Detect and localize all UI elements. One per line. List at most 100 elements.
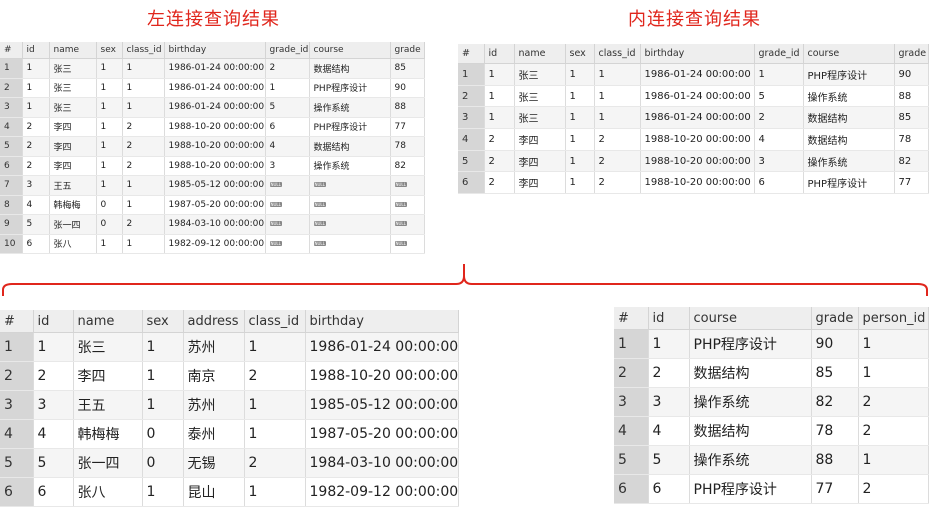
column-header[interactable]: class_id (244, 310, 306, 333)
table-row[interactable]: 1 1 PHP程序设计 90 1 (614, 329, 929, 359)
row-number: 5 (458, 150, 485, 173)
table-cell: 操作系统 (309, 97, 391, 118)
column-header[interactable]: # (614, 307, 649, 330)
table-row[interactable]: 6 2 李四 1 2 1988-10-20 00:00:00 6 PHP程序设计 77 (458, 171, 929, 195)
table-row[interactable]: 3 1 张三 1 1 1986-01-24 00:00:00 5 操作系统 88 (0, 97, 425, 118)
table-row[interactable]: 3 1 张三 1 1 1986-01-24 00:00:00 2 数据结构 85 (458, 106, 929, 130)
column-header[interactable]: birthday (640, 44, 755, 64)
table-cell: 3 (33, 390, 74, 420)
column-header[interactable]: name (49, 42, 97, 59)
column-header[interactable]: # (458, 44, 485, 64)
table-row[interactable]: 1 1 张三 1 1 1986-01-24 00:00:00 1 PHP程序设计 90 (458, 63, 929, 86)
column-header[interactable]: grade_id (754, 44, 804, 64)
brace-line (2, 264, 928, 296)
table-cell: 90 (811, 329, 859, 359)
inner-join-table: # id name sex class_id birthday grade_id course… (458, 44, 929, 195)
column-header[interactable]: grade (811, 307, 859, 330)
table-row[interactable]: 10 6 张八 1 1 1982-09-12 00:00:00 NULL NULL NULL (0, 234, 425, 254)
null-badge: NULL (313, 182, 326, 188)
table-row[interactable]: 5 2 李四 1 2 1988-10-20 00:00:00 4 数据结构 78 (0, 136, 425, 157)
table-row[interactable]: 4 2 李四 1 2 1988-10-20 00:00:00 6 PHP程序设计 77 (0, 117, 425, 137)
table-cell: 1988-10-20 00:00:00 (164, 156, 266, 176)
table-cell: PHP程序设计 (803, 171, 895, 195)
table-row[interactable]: 6 2 李四 1 2 1988-10-20 00:00:00 3 操作系统 82 (0, 156, 425, 176)
table-row[interactable]: 4 4 韩梅梅 0 泰州 1 1987-05-20 00:00:00 (0, 419, 459, 449)
table-cell: 1 (122, 195, 165, 215)
column-header[interactable]: grade (390, 42, 425, 59)
table-row[interactable]: 7 3 王五 1 1 1985-05-12 00:00:00 NULL NULL NULL (0, 175, 425, 196)
table-cell: 数据结构 (309, 58, 391, 79)
table-cell: 2 (594, 150, 641, 173)
table-row[interactable]: 5 5 张一四 0 无锡 2 1984-03-10 00:00:00 (0, 448, 459, 478)
table-cell: 88 (390, 97, 425, 118)
table-cell: 1982-09-12 00:00:00 (164, 234, 266, 254)
table-cell: NULL (265, 195, 310, 215)
column-header[interactable]: name (73, 310, 143, 333)
table-row[interactable]: 8 4 韩梅梅 0 1 1987-05-20 00:00:00 NULL NULL NULL (0, 195, 425, 215)
column-header[interactable]: # (0, 310, 34, 333)
table-cell: 操作系统 (803, 150, 895, 173)
table-row[interactable]: 6 6 PHP程序设计 77 2 (614, 474, 929, 504)
table-cell: 李四 (514, 171, 566, 195)
table-row[interactable]: 2 1 张三 1 1 1986-01-24 00:00:00 1 PHP程序设计 90 (0, 78, 425, 98)
table-row[interactable]: 5 5 操作系统 88 1 (614, 445, 929, 475)
table-cell: 1 (122, 58, 165, 79)
row-number: 3 (458, 106, 485, 130)
table-row[interactable]: 2 2 数据结构 85 1 (614, 358, 929, 388)
column-header[interactable]: sex (565, 44, 595, 64)
column-header[interactable]: sex (96, 42, 123, 59)
table-row[interactable]: 6 6 张八 1 昆山 1 1982-09-12 00:00:00 (0, 477, 459, 507)
table-row[interactable]: 9 5 张一四 0 2 1984-03-10 00:00:00 NULL NULL NULL (0, 214, 425, 235)
column-header[interactable]: id (33, 310, 74, 333)
table-cell: 5 (22, 214, 50, 235)
table-row[interactable]: 1 1 张三 1 苏州 1 1986-01-24 00:00:00 (0, 332, 459, 362)
table-cell: 2 (594, 171, 641, 195)
table-cell: 1 (142, 361, 184, 391)
table-row[interactable]: 3 3 王五 1 苏州 1 1985-05-12 00:00:00 (0, 390, 459, 420)
column-header[interactable]: grade_id (265, 42, 310, 59)
table-row[interactable]: 4 2 李四 1 2 1988-10-20 00:00:00 4 数据结构 78 (458, 128, 929, 151)
column-header[interactable]: course (309, 42, 391, 59)
table-row[interactable]: 3 3 操作系统 82 2 (614, 387, 929, 417)
column-header[interactable]: id (484, 44, 515, 64)
table-row[interactable]: 2 2 李四 1 南京 2 1988-10-20 00:00:00 (0, 361, 459, 391)
row-number: 1 (458, 63, 485, 86)
table-cell: 2 (122, 156, 165, 176)
table-cell: 4 (265, 136, 310, 157)
column-header[interactable]: id (22, 42, 50, 59)
column-header[interactable]: class_id (594, 44, 641, 64)
table-row[interactable]: 1 1 张三 1 1 1986-01-24 00:00:00 2 数据结构 85 (0, 58, 425, 79)
table-cell: 4 (754, 128, 804, 151)
column-header[interactable]: birthday (305, 310, 459, 333)
table-row[interactable]: 5 2 李四 1 2 1988-10-20 00:00:00 3 操作系统 82 (458, 150, 929, 173)
column-header[interactable]: id (648, 307, 690, 330)
table-row[interactable]: 2 1 张三 1 1 1986-01-24 00:00:00 5 操作系统 88 (458, 85, 929, 108)
table-cell: 1988-10-20 00:00:00 (305, 361, 459, 391)
column-header[interactable]: course (803, 44, 895, 64)
column-header[interactable]: grade (894, 44, 929, 64)
column-header[interactable]: address (183, 310, 245, 333)
table-cell: 0 (96, 195, 123, 215)
column-header[interactable]: name (514, 44, 566, 64)
table-cell: 1 (96, 117, 123, 137)
table-cell: 2 (265, 58, 310, 79)
column-header[interactable]: # (0, 42, 23, 59)
column-header[interactable]: sex (142, 310, 184, 333)
column-header[interactable]: class_id (122, 42, 165, 59)
table-cell: 78 (390, 136, 425, 157)
null-badge: NULL (394, 182, 407, 188)
table-cell: 5 (265, 97, 310, 118)
row-number: 5 (0, 136, 23, 157)
column-header[interactable]: course (689, 307, 812, 330)
table-cell: NULL (390, 234, 425, 254)
table-cell: 1 (96, 97, 123, 118)
table-cell: 1 (22, 97, 50, 118)
table-cell: 1 (754, 63, 804, 86)
column-header[interactable]: birthday (164, 42, 266, 59)
table-row[interactable]: 4 4 数据结构 78 2 (614, 416, 929, 446)
row-number: 1 (614, 329, 649, 359)
table-cell: 1 (96, 136, 123, 157)
column-header[interactable]: person_id (858, 307, 929, 330)
row-number: 4 (614, 416, 649, 446)
table-cell: 2 (484, 171, 515, 195)
